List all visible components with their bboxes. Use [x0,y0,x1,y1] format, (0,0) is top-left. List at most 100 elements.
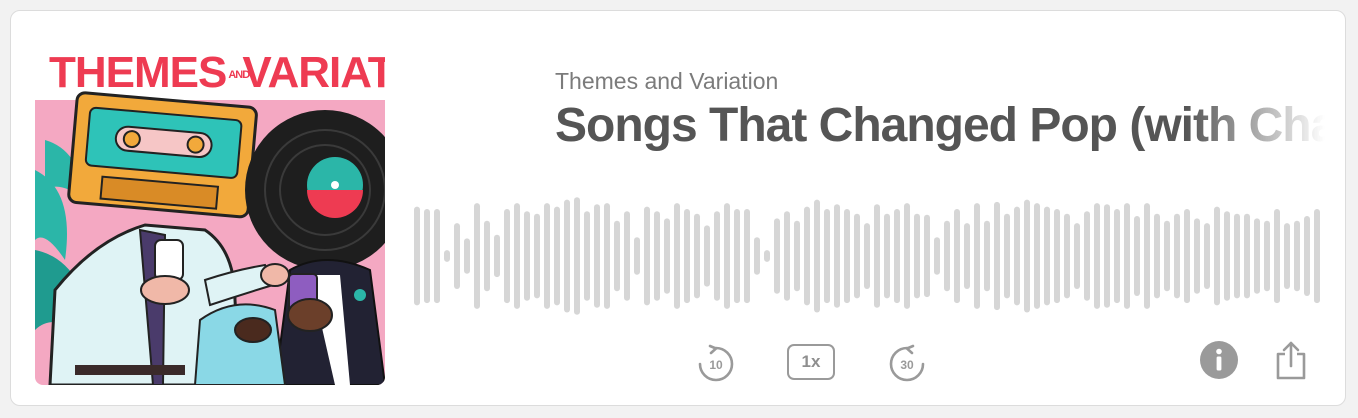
waveform-bar [1204,223,1210,289]
waveform-bar [774,218,780,294]
waveform-bar [544,203,550,309]
waveform-bar [1184,209,1190,304]
waveform-bar [934,237,940,275]
waveform-bar [1004,213,1010,299]
artwork-title-and: AND [228,68,250,81]
waveform-bar [1054,209,1060,304]
waveform-bar [1244,213,1250,299]
waveform-bar [754,237,760,275]
waveform-bar [994,201,1000,311]
waveform-bar [1044,206,1050,306]
waveform-bar [1304,216,1310,296]
waveform-bar [744,209,750,304]
waveform-bar [844,209,850,304]
waveform-bar [454,223,460,289]
waveform-bar [414,206,420,306]
waveform-bar [1264,220,1270,292]
waveform-bar [894,209,900,304]
waveform-bar [814,199,820,313]
waveform-bar [584,211,590,301]
waveform-bar [1174,213,1180,299]
waveform-bar [634,237,640,275]
waveform-bar [1094,203,1100,309]
waveform-bar [1254,218,1260,294]
waveform-bar [854,213,860,299]
waveform-bar [614,220,620,292]
waveform-bar [434,209,440,304]
episode-title: Songs That Changed Pop (with Charlie Har… [555,99,1325,152]
waveform-bar [1144,203,1150,309]
podcast-artwork[interactable]: THEMESANDVARIATION [35,40,385,385]
skip-forward-label: 30 [900,358,914,372]
waveform-bar [624,211,630,301]
waveform-bar [524,211,530,301]
waveform-bar [1104,204,1110,308]
waveform-bar [1014,206,1020,306]
waveform-bar [1154,213,1160,299]
waveform-bar [1024,199,1030,313]
waveform-bar [874,204,880,308]
waveform-bar [514,203,520,309]
waveform-bar [1084,211,1090,301]
waveform-bar [444,250,450,262]
waveform-bar [954,209,960,304]
waveform-bar [724,203,730,309]
waveform-bar [704,225,710,287]
episode-title-container: Songs That Changed Pop (with Charlie Har… [555,98,1325,162]
waveform-bar [794,220,800,292]
waveform-bar [714,211,720,301]
waveform-bar [674,203,680,309]
share-icon [1276,341,1306,380]
waveform-bar [1034,203,1040,309]
waveform-bar [504,209,510,304]
skip-back-label: 10 [709,358,723,372]
waveform-bar [1294,220,1300,292]
waveform-bar [974,203,980,309]
waveform-bar [1164,220,1170,292]
waveform-bar [1114,209,1120,304]
waveform-bar [484,220,490,292]
skip-forward-icon: 30 [889,344,925,382]
waveform-bar [574,197,580,315]
waveform-bar [1124,203,1130,309]
podcast-name[interactable]: Themes and Variation [555,68,778,95]
waveform-bar [1224,211,1230,301]
waveform-bar [1064,213,1070,299]
waveform-bar [1194,218,1200,294]
waveform-bar [964,223,970,289]
waveform-bar [664,218,670,294]
artwork-title: THEMESANDVARIATION [49,48,385,97]
waveform-bar [944,220,950,292]
waveform-bar [1134,216,1140,296]
playback-speed-button[interactable]: 1x [787,344,835,380]
waveform-bar [554,206,560,306]
waveform-bar [1214,206,1220,306]
waveform-bar [884,213,890,299]
waveform-bar [594,204,600,308]
waveform-bar [1074,223,1080,289]
waveform-bar [474,203,480,309]
waveform-bar [984,220,990,292]
waveform-bar [494,234,500,278]
waveform-bar [604,203,610,309]
waveform-bar [464,238,470,274]
waveform-bar [1284,223,1290,289]
info-button[interactable] [1199,340,1239,380]
waveform-bar [834,204,840,308]
waveform-bar [1314,209,1320,304]
waveform-bar [904,203,910,309]
share-button[interactable] [1274,340,1308,382]
waveform-bar [924,214,930,298]
skip-forward-button[interactable]: 30 [887,344,927,384]
waveform-bar [534,213,540,299]
waveform-bar [564,199,570,313]
waveform-bar [824,209,830,304]
waveform-bar [424,209,430,304]
waveform-bar [734,209,740,304]
waveform-bar [694,213,700,299]
skip-back-button[interactable]: 10 [696,344,736,384]
waveform-bar [784,211,790,301]
waveform-bar [914,213,920,299]
waveform-bar [804,206,810,306]
waveform-scrubber[interactable] [414,196,1320,316]
